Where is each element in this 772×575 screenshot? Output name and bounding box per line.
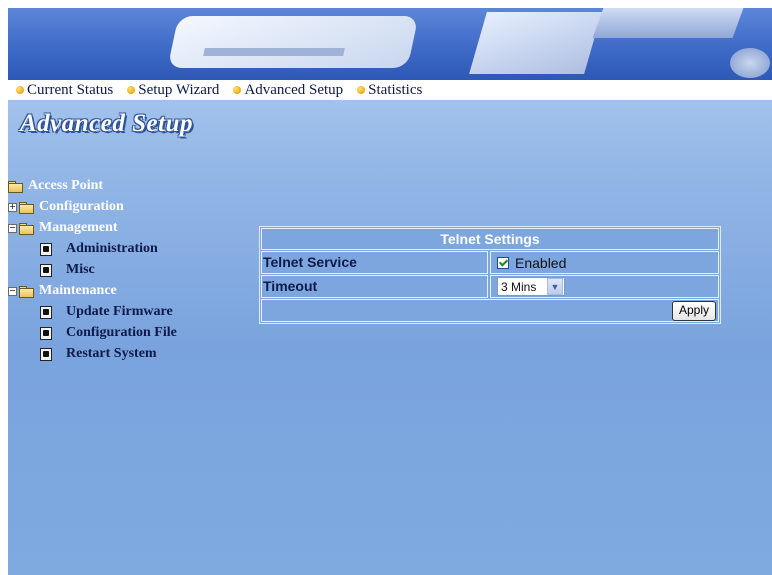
collapse-minus-icon[interactable]: − xyxy=(8,223,17,233)
folder-open-icon xyxy=(19,223,34,235)
top-nav: Current Status Setup Wizard Advanced Set… xyxy=(8,80,772,100)
timeout-row: Timeout 3 Mins ▼ xyxy=(261,275,719,298)
expand-plus-icon[interactable]: + xyxy=(8,202,17,212)
tree-item-misc[interactable]: Misc xyxy=(40,260,95,280)
timeout-cell: 3 Mins ▼ xyxy=(490,275,719,298)
tree-item-configuration-file[interactable]: Configuration File xyxy=(40,323,177,343)
tree-root[interactable]: Access Point xyxy=(8,176,103,196)
collapse-minus-icon[interactable]: − xyxy=(8,286,17,296)
timeout-label: Timeout xyxy=(261,275,488,298)
orange-dot-icon xyxy=(233,86,242,94)
page-icon xyxy=(40,305,52,319)
nav-setup-wizard[interactable]: Setup Wizard xyxy=(127,82,219,99)
page-icon xyxy=(40,242,52,256)
telnet-enabled-label: Enabled xyxy=(515,254,567,271)
header-banner xyxy=(8,8,772,80)
nav-advanced-setup[interactable]: Advanced Setup xyxy=(233,82,343,99)
folder-icon xyxy=(19,202,34,214)
page-icon xyxy=(40,347,52,361)
page-frame: Current Status Setup Wizard Advanced Set… xyxy=(8,8,772,575)
orange-dot-icon xyxy=(16,86,24,94)
tree-item-administration[interactable]: Administration xyxy=(40,239,158,259)
tree-item-maintenance[interactable]: − Maintenance xyxy=(8,281,117,301)
telnet-footer: Apply xyxy=(261,299,719,322)
tree-item-configuration[interactable]: + Configuration xyxy=(8,197,124,217)
telnet-service-row: Telnet Service Enabled xyxy=(261,251,719,274)
tree-item-restart-system[interactable]: Restart System xyxy=(40,344,157,364)
orange-dot-icon xyxy=(127,86,136,94)
telnet-settings-title: Telnet Settings xyxy=(261,228,719,250)
nav-statistics[interactable]: Statistics xyxy=(357,82,422,99)
apply-button[interactable]: Apply xyxy=(671,300,716,321)
telnet-service-cell: Enabled xyxy=(490,251,719,274)
folder-open-icon xyxy=(8,181,23,193)
telnet-settings-table: Telnet Settings Telnet Service Enabled T… xyxy=(259,226,721,324)
page-icon xyxy=(40,326,52,340)
orange-dot-icon xyxy=(357,86,366,94)
tree-item-management[interactable]: − Management xyxy=(8,218,118,238)
page-title: Advanced Setup xyxy=(20,110,193,137)
nav-current-status[interactable]: Current Status xyxy=(16,82,113,99)
tree-item-update-firmware[interactable]: Update Firmware xyxy=(40,302,173,322)
telnet-enabled-checkbox[interactable] xyxy=(497,256,509,269)
chevron-down-icon[interactable]: ▼ xyxy=(547,278,563,295)
page-icon xyxy=(40,263,52,277)
telnet-service-label: Telnet Service xyxy=(261,251,488,274)
folder-open-icon xyxy=(19,286,34,298)
timeout-select[interactable]: 3 Mins ▼ xyxy=(497,277,565,296)
